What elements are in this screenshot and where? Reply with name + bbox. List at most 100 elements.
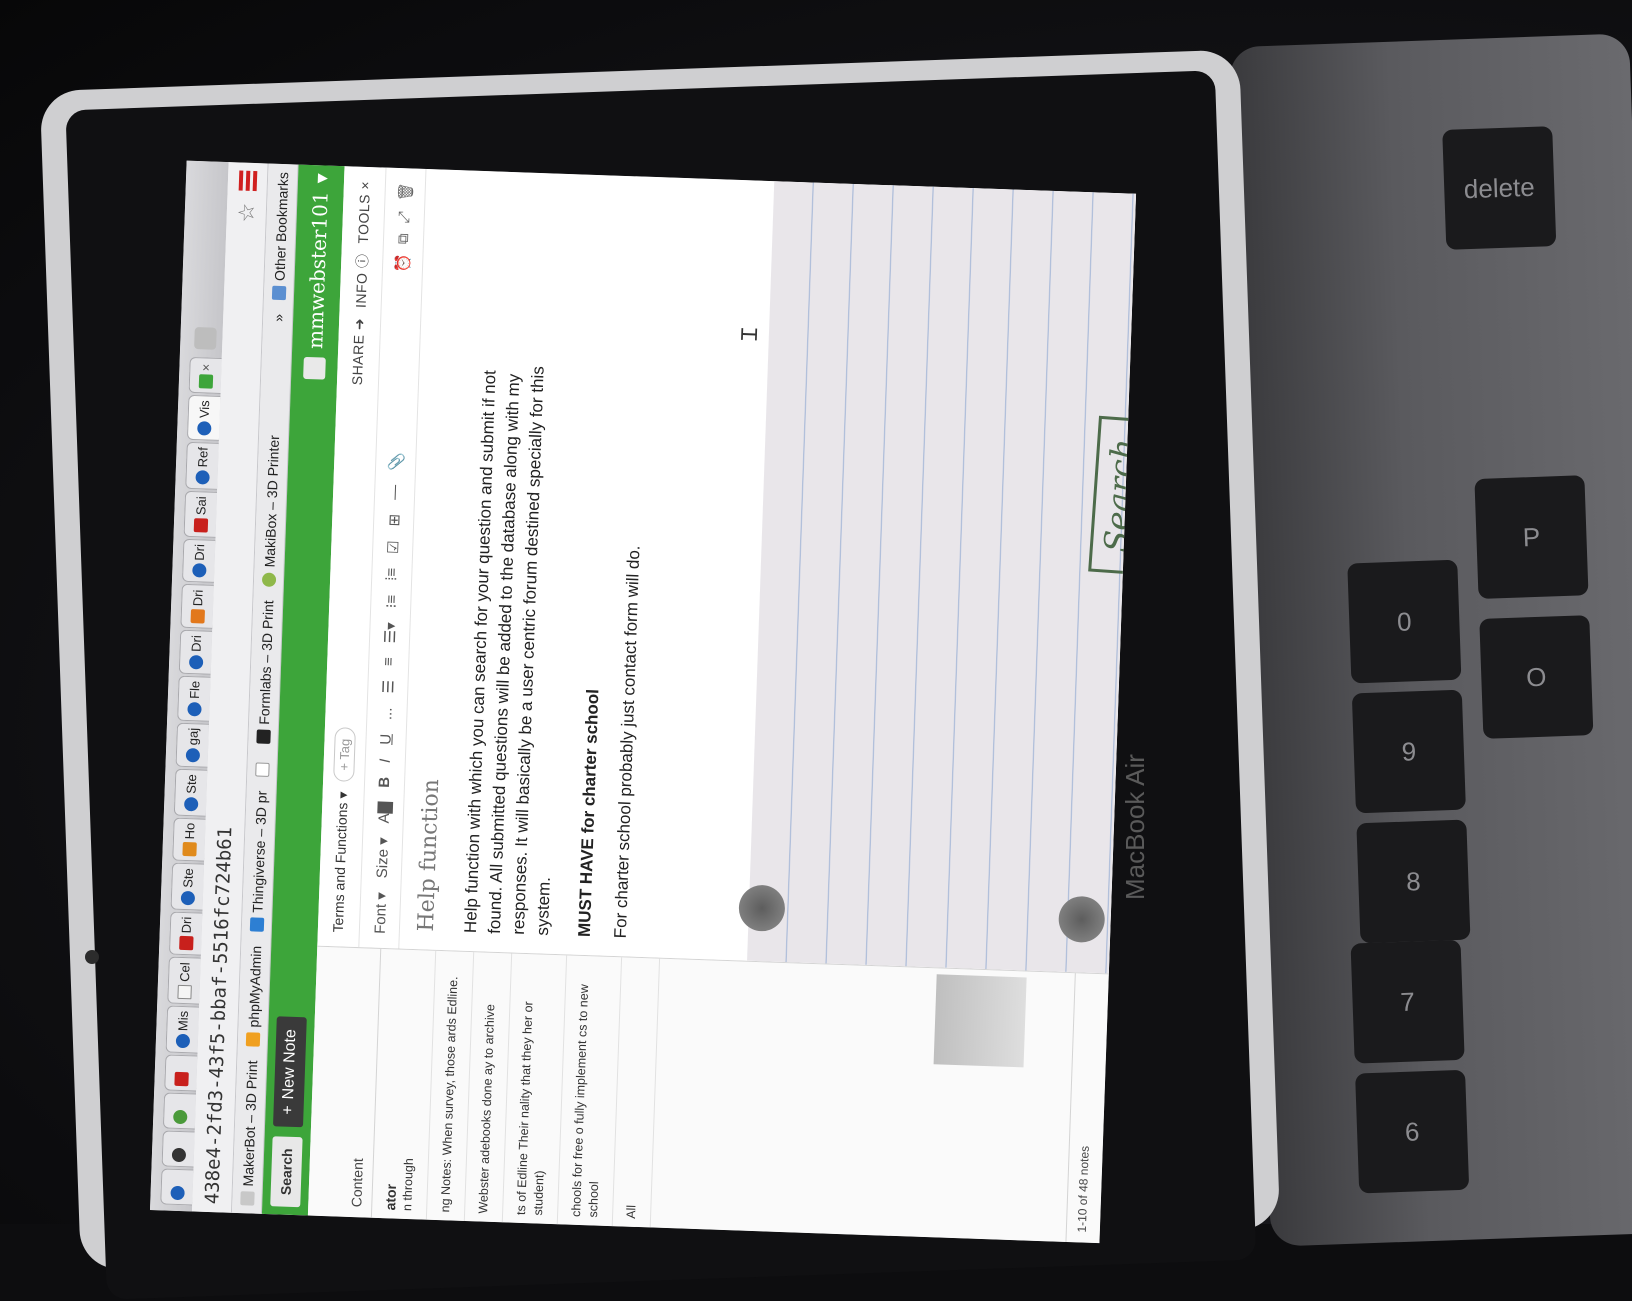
laptop-brand: MacBook Air bbox=[1120, 754, 1150, 900]
site-icon bbox=[186, 701, 202, 717]
bookmark-thingiverse[interactable]: Thingiverse – 3D pr bbox=[248, 790, 269, 933]
phpmyadmin-icon bbox=[245, 1032, 260, 1047]
share-button[interactable]: SHARE ➜ bbox=[349, 318, 368, 386]
key-6: 6 bbox=[1355, 1069, 1470, 1194]
note-paragraph: Help function with which you can search … bbox=[460, 365, 554, 936]
tab-5[interactable]: Cel bbox=[167, 956, 201, 1005]
more-format-button[interactable]: ... bbox=[378, 707, 395, 720]
text-color-button[interactable]: A▇ bbox=[374, 801, 393, 823]
site-icon bbox=[183, 796, 198, 811]
site-icon bbox=[194, 470, 210, 485]
list-item[interactable]: chools for free o fully implement cs to … bbox=[557, 955, 623, 1227]
note-body[interactable]: Help function with which you can search … bbox=[448, 331, 682, 958]
bookmark-blank[interactable] bbox=[254, 757, 270, 777]
note-list: Content ator n through ng Notes: When sur… bbox=[307, 945, 1109, 1244]
close-icon[interactable]: × bbox=[198, 363, 213, 371]
tab-10[interactable]: gaj bbox=[175, 722, 210, 768]
plus-icon: + bbox=[279, 1105, 297, 1116]
makerbot-icon bbox=[239, 1191, 255, 1206]
search-button[interactable]: Search bbox=[270, 1136, 303, 1208]
tab-evernote[interactable]: × bbox=[188, 356, 222, 394]
expand-icon[interactable]: ⤢ bbox=[395, 211, 413, 224]
bookmark-icon bbox=[181, 842, 197, 857]
browser-window: Mis Cel Dri Ste Ho Ste gaj Fle Dri Dri D… bbox=[150, 160, 1137, 1244]
tab-16[interactable]: Ref bbox=[185, 441, 219, 490]
info-button[interactable]: INFO ⓘ bbox=[350, 253, 372, 308]
new-note-button[interactable]: + New Note bbox=[272, 1016, 307, 1128]
tab-15[interactable]: Sai bbox=[183, 490, 218, 538]
tab-9[interactable]: Ste bbox=[173, 768, 208, 817]
table-icon[interactable]: ⊞ bbox=[385, 514, 403, 527]
tab-6[interactable]: Dri bbox=[168, 911, 203, 956]
chevron-down-icon: ▾ bbox=[334, 791, 351, 799]
site-icon bbox=[175, 1033, 190, 1049]
add-tag-button[interactable]: + Tag bbox=[333, 727, 356, 782]
numbered-list-icon[interactable]: ⁞≡ bbox=[383, 568, 400, 582]
note-list-header: Content bbox=[307, 946, 382, 1218]
avatar bbox=[303, 356, 326, 380]
underline-button[interactable]: U bbox=[377, 734, 394, 745]
align-center-icon[interactable]: ≡ bbox=[380, 657, 397, 666]
presentation-icon[interactable]: ⧉ bbox=[394, 233, 412, 244]
tab-1[interactable] bbox=[161, 1130, 195, 1168]
tab-4[interactable]: Mis bbox=[165, 1005, 200, 1054]
tools-button[interactable]: TOOLS × bbox=[354, 181, 372, 244]
tab-0[interactable] bbox=[160, 1168, 194, 1206]
tab-11[interactable]: Fle bbox=[177, 675, 211, 722]
tab-13[interactable]: Dri bbox=[180, 584, 214, 629]
tab-2[interactable] bbox=[162, 1092, 197, 1130]
doc-icon bbox=[176, 984, 192, 1000]
trash-icon[interactable]: 🗑 bbox=[396, 182, 415, 202]
key-o: O bbox=[1479, 615, 1594, 739]
drive-icon bbox=[190, 609, 205, 624]
attachment-icon[interactable]: 📎 bbox=[386, 452, 405, 471]
punch-hole bbox=[1057, 895, 1106, 944]
bookmark-makerbot[interactable]: MakerBot – 3D Print bbox=[239, 1060, 260, 1206]
close-icon: × bbox=[356, 180, 373, 190]
key-delete: delete bbox=[1442, 126, 1557, 250]
bookmarks-overflow[interactable]: » bbox=[270, 314, 286, 322]
font-selector[interactable]: Font ▾ bbox=[370, 892, 389, 934]
menu-icon[interactable] bbox=[238, 170, 257, 192]
bold-button[interactable]: B bbox=[376, 777, 393, 788]
bookmark-formlabs[interactable]: Formlabs – 3D Print bbox=[255, 600, 276, 744]
tab-8[interactable]: Ho bbox=[172, 817, 206, 862]
video-icon bbox=[193, 517, 208, 533]
arrow-right-icon: ➜ bbox=[350, 317, 368, 331]
key-9: 9 bbox=[1351, 689, 1466, 814]
tab-12[interactable]: Dri bbox=[178, 629, 213, 675]
list-item[interactable]: ator n through bbox=[371, 948, 437, 1220]
page-icon bbox=[254, 762, 270, 777]
tab-14[interactable]: Dri bbox=[181, 538, 216, 584]
new-tab-button[interactable] bbox=[194, 326, 217, 350]
align-left-icon[interactable]: ☰ bbox=[379, 680, 397, 694]
user-menu[interactable]: mmwebster101 ▾ bbox=[302, 172, 334, 380]
horizontal-rule-icon[interactable]: — bbox=[386, 485, 404, 501]
info-icon: ⓘ bbox=[353, 253, 371, 269]
key-8: 8 bbox=[1356, 819, 1471, 944]
align-dropdown-icon[interactable]: ☰▾ bbox=[380, 622, 399, 644]
reminder-icon[interactable]: ⏰ bbox=[393, 254, 412, 273]
tab-17-active[interactable]: Vis bbox=[186, 394, 221, 441]
star-icon[interactable]: ☆ bbox=[233, 202, 260, 223]
keyboard: delete P O 0 9 8 7 6 bbox=[1229, 33, 1632, 1247]
other-bookmarks[interactable]: Other Bookmarks bbox=[270, 172, 291, 301]
list-item[interactable]: All bbox=[612, 957, 661, 1228]
checkbox-icon[interactable]: ☑ bbox=[384, 540, 402, 554]
chevron-down-icon: ▾ bbox=[308, 172, 334, 184]
notebook-paper-image[interactable]: Search bbox=[738, 181, 1137, 974]
bookmark-phpmyadmin[interactable]: phpMyAdmin bbox=[244, 945, 264, 1047]
note-thumbnail[interactable] bbox=[933, 974, 1027, 1068]
notebook-selector[interactable]: Terms and Functions ▾ bbox=[330, 791, 352, 932]
bullet-list-icon[interactable]: ⁝≡ bbox=[382, 594, 400, 608]
size-selector[interactable]: Size ▾ bbox=[372, 837, 391, 878]
camera-icon bbox=[85, 950, 99, 964]
makibox-icon bbox=[261, 572, 276, 587]
italic-button[interactable]: I bbox=[377, 758, 394, 763]
tab-3[interactable] bbox=[164, 1054, 198, 1092]
pinterest-icon bbox=[171, 1147, 186, 1163]
list-item[interactable]: ts of Edline Their nality that they her … bbox=[502, 953, 568, 1225]
tab-7[interactable]: Ste bbox=[170, 862, 205, 911]
bookmark-makibox[interactable]: MakiBox – 3D Printer bbox=[260, 435, 282, 587]
site-icon bbox=[180, 890, 195, 906]
